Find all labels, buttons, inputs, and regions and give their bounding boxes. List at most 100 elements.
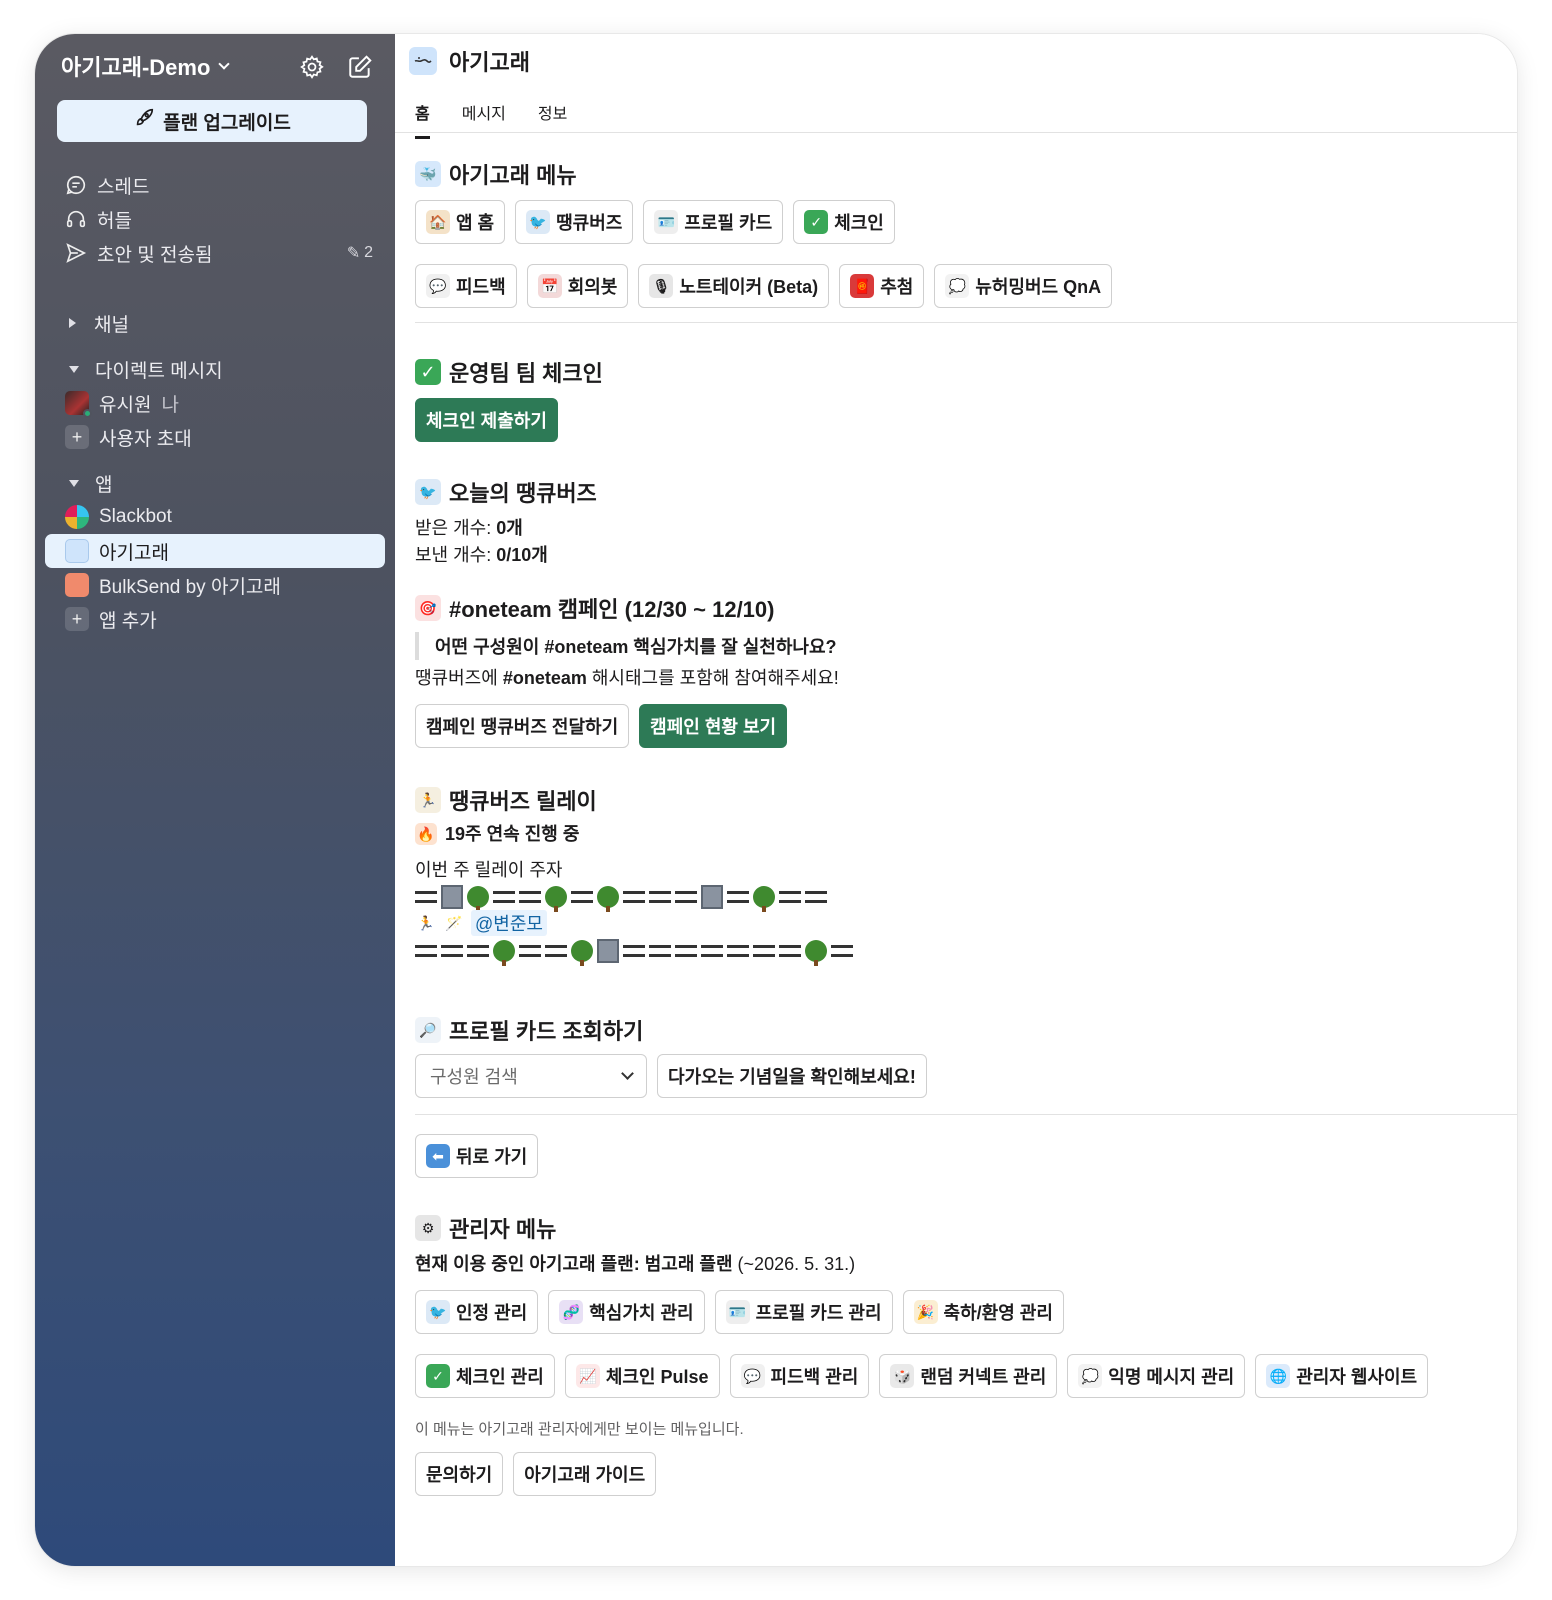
core-values-admin-button[interactable]: 🧬 핵심가치 관리 <box>548 1290 705 1334</box>
add-app-item[interactable]: + 앱 추가 <box>35 602 395 636</box>
divider <box>415 322 1517 323</box>
checkin-admin-button[interactable]: ✓ 체크인 관리 <box>415 1354 555 1398</box>
section-apps[interactable]: 앱 <box>35 466 395 500</box>
section-direct-messages[interactable]: 다이렉트 메시지 <box>35 352 395 386</box>
recognition-admin-button[interactable]: 🐦 인정 관리 <box>415 1290 539 1334</box>
bird-icon: 🐦 <box>415 479 441 505</box>
sidebar-item-threads[interactable]: 스레드 <box>35 168 395 202</box>
tab-home[interactable]: 홈 <box>415 100 430 139</box>
random-connect-admin-button[interactable]: 🎲 랜덤 커넥트 관리 <box>879 1354 1058 1398</box>
caret-down-icon[interactable] <box>69 365 79 373</box>
campaign-buttons: 캠페인 땡큐버즈 전달하기 캠페인 현황 보기 <box>415 704 788 748</box>
gear-icon[interactable] <box>299 54 325 85</box>
thought-bubble-icon: 💭 <box>1078 1364 1103 1388</box>
slackbot-icon <box>65 505 89 529</box>
tab-about[interactable]: 정보 <box>538 100 567 139</box>
send-icon <box>65 242 87 264</box>
user-mention[interactable]: @변준모 <box>471 910 547 936</box>
sidebar-item-label: 스레드 <box>97 176 150 198</box>
section-title-menu: 🐳 아기고래 메뉴 <box>415 158 577 190</box>
whale-icon: 🐳 <box>415 161 441 187</box>
magnifier-icon: 🔎 <box>415 1017 441 1043</box>
checkin-button[interactable]: ✓ 체크인 <box>793 200 895 244</box>
guide-button[interactable]: 아기고래 가이드 <box>513 1452 657 1496</box>
upgrade-plan-label: 플랜 업그레이드 <box>163 112 291 134</box>
profile-card-admin-button[interactable]: 🪪 프로필 카드 관리 <box>714 1290 893 1334</box>
microphone-icon: 🎙 <box>649 274 674 298</box>
member-search-placeholder: 구성원 검색 <box>430 1067 518 1087</box>
bulksend-icon <box>65 573 89 597</box>
caret-down-icon[interactable] <box>69 479 79 487</box>
notetaker-button[interactable]: 🎙 노트테이커 (Beta) <box>638 264 830 308</box>
rail-icon <box>493 891 515 903</box>
section-title-admin: ⚙ 관리자 메뉴 <box>415 1212 556 1244</box>
invite-users-item[interactable]: + 사용자 초대 <box>35 420 395 454</box>
campaign-status-button[interactable]: 캠페인 현황 보기 <box>639 704 788 748</box>
raffle-button[interactable]: 🧧 추첨 <box>839 264 925 308</box>
submit-checkin-button[interactable]: 체크인 제출하기 <box>415 398 558 442</box>
send-campaign-thanks-button[interactable]: 캠페인 땡큐버즈 전달하기 <box>415 704 630 748</box>
whale-icon <box>409 47 437 75</box>
tree-icon <box>571 940 593 966</box>
rail-icon <box>779 891 801 903</box>
rail-icon <box>519 891 541 903</box>
id-card-icon: 🪪 <box>725 1300 750 1324</box>
sidebar-item-drafts[interactable]: 초안 및 전송됨 ✎ 2 <box>35 236 395 270</box>
compose-icon[interactable] <box>347 54 373 85</box>
divider <box>415 1114 1517 1115</box>
qna-button[interactable]: 💭 뉴허밍버드 QnA <box>934 264 1113 308</box>
relay-runner-label: 이번 주 릴레이 주자 <box>415 860 563 880</box>
rail-icon <box>415 945 437 957</box>
anniversary-button[interactable]: 다가오는 기념일을 확인해보세요! <box>657 1054 927 1098</box>
rail-icon <box>519 945 541 957</box>
app-item-agigorae[interactable]: 아기고래 <box>45 534 385 568</box>
rail-icon <box>831 945 853 957</box>
tree-icon <box>597 886 619 912</box>
admin-website-button[interactable]: 🌐 관리자 웹사이트 <box>1255 1354 1429 1398</box>
feedback-admin-button[interactable]: 💬 피드백 관리 <box>729 1354 870 1398</box>
admin-row-1: 🐦 인정 관리 🧬 핵심가치 관리 🪪 프로필 카드 관리 🎉 축하/환영 관리 <box>415 1290 1064 1334</box>
tree-icon <box>493 940 515 966</box>
section-channels[interactable]: 채널 <box>35 306 395 340</box>
bird-icon: 🐦 <box>526 210 551 234</box>
headphones-icon <box>65 208 87 230</box>
upgrade-plan-button[interactable]: 플랜 업그레이드 <box>57 100 367 142</box>
tree-icon <box>467 886 489 912</box>
workspace-name[interactable]: 아기고래-Demo <box>61 50 210 82</box>
building-icon <box>701 885 723 909</box>
admin-plan-info: 현재 이용 중인 아기고래 플랜: 범고래 플랜 (~2026. 5. 31.) <box>415 1254 856 1274</box>
draft-count-badge: ✎ 2 <box>346 244 373 262</box>
section-title-checkin: ✓ 운영팀 팀 체크인 <box>415 356 603 388</box>
relay-runner: 🏃 🪄 @변준모 <box>415 910 547 936</box>
rail-icon <box>649 945 671 957</box>
sidebar-item-huddles[interactable]: 허들 <box>35 202 395 236</box>
member-search-select[interactable]: 구성원 검색 <box>415 1054 647 1098</box>
profile-controls: 구성원 검색 다가오는 기념일을 확인해보세요! <box>415 1054 927 1098</box>
workspace-header[interactable]: 아기고래-Demo <box>61 46 377 86</box>
anonymous-message-admin-button[interactable]: 💭 익명 메시지 관리 <box>1067 1354 1246 1398</box>
speech-bubble-icon: 💬 <box>740 1364 765 1388</box>
back-button[interactable]: ⬅ 뒤로 가기 <box>415 1134 539 1178</box>
profile-card-button[interactable]: 🪪 프로필 카드 <box>643 200 784 244</box>
checkin-pulse-button[interactable]: 📈 체크인 Pulse <box>564 1354 720 1398</box>
rail-icon <box>441 945 463 957</box>
rail-icon <box>649 891 671 903</box>
tab-messages[interactable]: 메시지 <box>462 100 506 139</box>
celebration-admin-button[interactable]: 🎉 축하/환영 관리 <box>902 1290 1064 1334</box>
app-item-bulksend[interactable]: BulkSend by 아기고래 <box>35 568 395 602</box>
contact-button[interactable]: 문의하기 <box>415 1452 504 1496</box>
feedback-button[interactable]: 💬 피드백 <box>415 264 517 308</box>
app-item-slackbot[interactable]: Slackbot <box>35 500 395 534</box>
tree-icon <box>545 886 567 912</box>
target-icon: 🎯 <box>415 595 441 621</box>
caret-right-icon[interactable] <box>69 318 76 328</box>
chevron-down-icon[interactable] <box>218 58 231 70</box>
section-title-profile: 🔎 프로필 카드 조회하기 <box>415 1014 643 1046</box>
dm-item-self[interactable]: 유시원 나 <box>35 386 395 420</box>
thanks-buzz-button[interactable]: 🐦 땡큐버즈 <box>515 200 634 244</box>
calendar-icon: 📅 <box>537 274 562 298</box>
rail-icon <box>467 945 489 957</box>
app-home-button[interactable]: 🏠 앱 홈 <box>415 200 506 244</box>
meeting-bot-button[interactable]: 📅 회의봇 <box>526 264 629 308</box>
party-popper-icon: 🎉 <box>913 1300 938 1324</box>
